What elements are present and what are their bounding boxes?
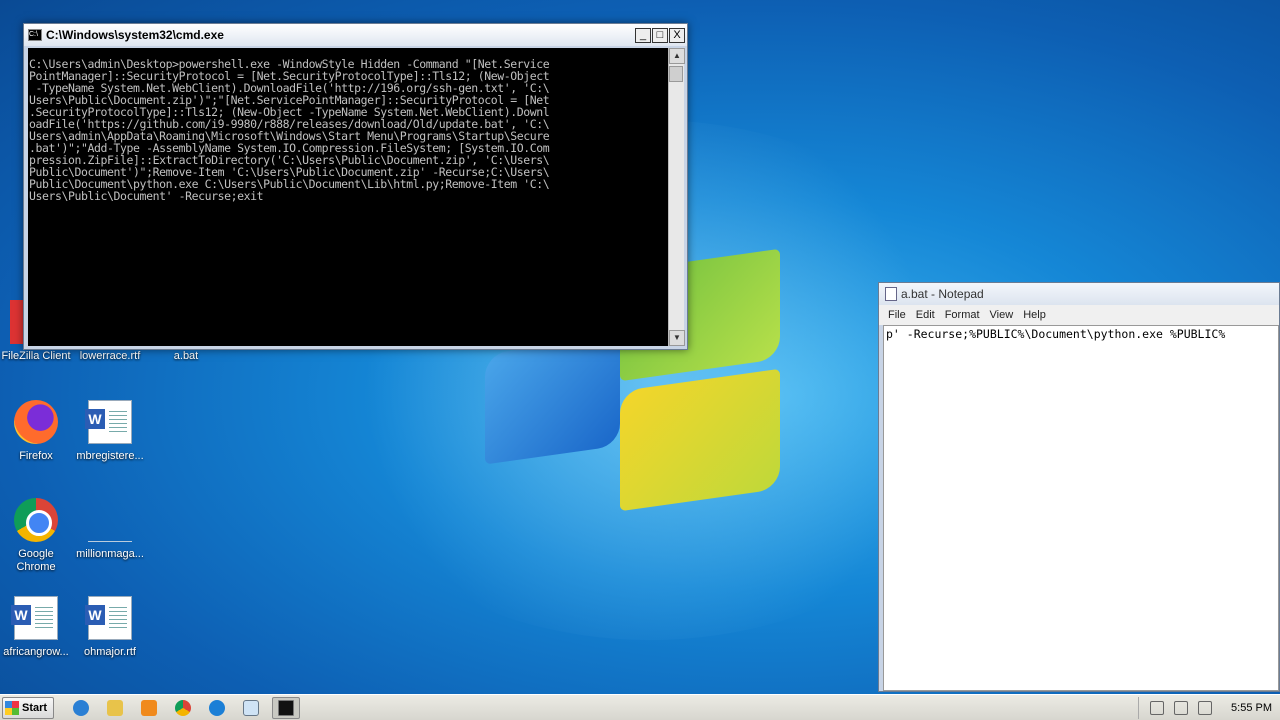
desktop-icon-chrome[interactable]: Google Chrome: [0, 498, 74, 574]
taskbar-chrome[interactable]: [170, 697, 196, 719]
chrome-icon: [175, 699, 191, 716]
cmd-icon: C:\: [28, 29, 42, 41]
filezilla-icon: [10, 300, 24, 344]
word-doc-icon: [11, 596, 58, 640]
taskbar: Start 5:55 PM: [0, 694, 1280, 720]
windows-flag-icon: [5, 700, 19, 715]
desktop-icon-mbregistere[interactable]: mbregistere...: [72, 400, 148, 463]
ie-icon: [73, 699, 89, 716]
scroll-down-icon[interactable]: ▼: [669, 330, 685, 346]
notepad-title: a.bat - Notepad: [901, 287, 984, 301]
media-player-icon: [141, 699, 157, 716]
menu-view[interactable]: View: [985, 309, 1019, 321]
cmd-window[interactable]: C:\ C:\Windows\system32\cmd.exe _ □ X C:…: [23, 23, 688, 350]
notepad-titlebar[interactable]: a.bat - Notepad: [879, 283, 1279, 305]
clock[interactable]: 5:55 PM: [1231, 702, 1272, 714]
menu-format[interactable]: Format: [940, 309, 985, 321]
notepad-menubar: File Edit Format View Help: [879, 305, 1279, 325]
cmd-title: C:\Windows\system32\cmd.exe: [46, 28, 224, 42]
scroll-up-icon[interactable]: ▲: [669, 48, 685, 64]
blank-file-icon: [88, 498, 132, 542]
anyrun-watermark: ANY RUN: [1038, 612, 1227, 656]
menu-file[interactable]: File: [883, 309, 911, 321]
notepad-icon: [243, 699, 259, 716]
cmd-titlebar[interactable]: C:\ C:\Windows\system32\cmd.exe _ □ X: [24, 24, 687, 46]
start-button[interactable]: Start: [2, 696, 54, 719]
edge-icon: [209, 699, 225, 716]
cmd-icon: [278, 699, 294, 716]
taskbar-cmd[interactable]: [272, 696, 300, 719]
taskbar-media-player[interactable]: [136, 697, 162, 719]
maximize-button[interactable]: □: [652, 27, 668, 43]
desktop-icon-millionmaga[interactable]: millionmaga...: [72, 498, 148, 561]
taskbar-edge[interactable]: [204, 697, 230, 719]
minimize-button[interactable]: _: [635, 27, 651, 43]
word-doc-icon: [85, 400, 132, 444]
volume-icon[interactable]: [1150, 700, 1165, 715]
explorer-icon: [107, 699, 123, 716]
scroll-thumb[interactable]: [669, 66, 683, 82]
menu-help[interactable]: Help: [1018, 309, 1051, 321]
network-icon[interactable]: [1174, 700, 1189, 715]
console-output[interactable]: C:\Users\admin\Desktop>powershell.exe -W…: [28, 48, 669, 346]
desktop-icon-africangrow[interactable]: africangrow...: [0, 596, 74, 659]
desktop-icon-firefox[interactable]: Firefox: [0, 400, 74, 463]
chrome-icon: [14, 498, 58, 542]
taskbar-explorer[interactable]: [102, 697, 128, 719]
word-doc-icon: [85, 596, 132, 640]
taskbar-ie[interactable]: [68, 697, 94, 719]
taskbar-notepad[interactable]: [238, 697, 264, 719]
action-center-flag-icon[interactable]: [1198, 700, 1213, 715]
system-tray: 5:55 PM: [1138, 696, 1280, 719]
desktop-icon-ohmajor[interactable]: ohmajor.rtf: [72, 596, 148, 659]
notepad-icon: [885, 287, 897, 301]
close-button[interactable]: X: [669, 27, 685, 43]
menu-edit[interactable]: Edit: [911, 309, 940, 321]
vertical-scrollbar[interactable]: ▲ ▼: [668, 48, 685, 346]
firefox-icon: [14, 400, 58, 444]
